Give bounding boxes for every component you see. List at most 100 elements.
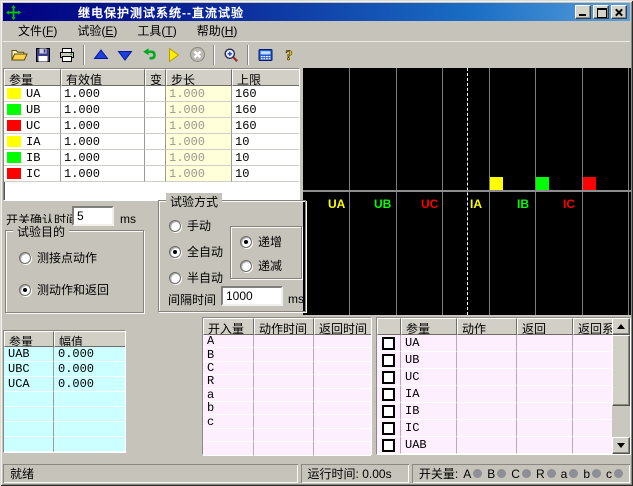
radio-full-auto[interactable]: 全自动 (169, 243, 223, 260)
menu-file[interactable]: 文件(F) (8, 20, 67, 42)
menu-help[interactable]: 帮助(H) (187, 20, 248, 42)
limit-cell[interactable]: 10 (232, 134, 299, 150)
table-row[interactable]: IC (377, 420, 612, 437)
value-cell[interactable]: 1.000 (61, 86, 145, 102)
reset-button[interactable] (137, 43, 161, 66)
scroll-down-button[interactable] (612, 437, 630, 454)
step-cell[interactable]: 1.000 (166, 134, 232, 150)
print-button[interactable] (55, 43, 79, 66)
table-row[interactable]: c (203, 415, 371, 428)
switch-indicator-a: a (561, 467, 579, 481)
checkbox[interactable] (382, 422, 395, 435)
step-up-button[interactable] (89, 43, 113, 66)
save-button[interactable] (31, 43, 55, 66)
table-row[interactable]: UA (377, 335, 612, 352)
table-row[interactable]: UC (377, 369, 612, 386)
toolbar-separator (83, 45, 85, 65)
limit-cell[interactable]: 160 (232, 86, 299, 102)
table-row[interactable]: UBC 0.000 (4, 362, 125, 377)
table-row[interactable]: UC 1.000 1.000 160 (4, 118, 299, 134)
zoom-button[interactable] (219, 43, 243, 66)
checkbox[interactable] (382, 439, 395, 452)
value-cell[interactable]: 1.000 (61, 118, 145, 134)
radio-icon[interactable] (240, 260, 252, 272)
table-row[interactable]: C (203, 362, 371, 375)
table-row[interactable]: IB (377, 403, 612, 420)
table-row[interactable]: a (203, 389, 371, 402)
open-button[interactable] (7, 43, 31, 66)
vary-cell[interactable] (145, 150, 166, 166)
scroll-up-button[interactable] (612, 318, 630, 335)
value-cell[interactable]: 1.000 (61, 102, 145, 118)
radio-icon[interactable] (169, 220, 181, 232)
table-row[interactable]: R (203, 375, 371, 388)
table-row[interactable]: IB 1.000 1.000 10 (4, 150, 299, 166)
checkbox[interactable] (382, 354, 395, 367)
calculator-button[interactable] (253, 43, 277, 66)
close-button[interactable] (611, 5, 627, 19)
vary-cell[interactable] (145, 166, 166, 182)
step-cell[interactable]: 1.000 (166, 150, 232, 166)
radio-action-return[interactable]: 测动作和返回 (19, 281, 109, 298)
limit-cell[interactable]: 160 (232, 118, 299, 134)
start-button[interactable] (161, 43, 185, 66)
step-down-button[interactable] (113, 43, 137, 66)
value-cell[interactable]: 1.000 (61, 134, 145, 150)
value-cell[interactable]: 1.000 (61, 166, 145, 182)
radio-decrease[interactable]: 递减 (240, 257, 282, 274)
vary-cell[interactable] (145, 102, 166, 118)
radio-icon[interactable] (240, 236, 252, 248)
radio-manual[interactable]: 手动 (169, 217, 211, 234)
table-row[interactable]: UB 1.000 1.000 160 (4, 102, 299, 118)
vertical-scrollbar[interactable] (612, 318, 630, 454)
value-cell[interactable]: 1.000 (61, 150, 145, 166)
checkbox[interactable] (382, 337, 395, 350)
radio-icon[interactable] (19, 284, 31, 296)
radio-increase[interactable]: 递增 (240, 233, 282, 250)
column-header: 返回 (517, 318, 573, 335)
table-row[interactable]: IA 1.000 1.000 10 (4, 134, 299, 150)
table-row[interactable]: UAB (377, 437, 612, 454)
step-cell[interactable]: 1.000 (166, 118, 232, 134)
table-row[interactable]: A (203, 335, 371, 348)
checkbox[interactable] (382, 388, 395, 401)
column-header: 返回时间 (314, 318, 371, 335)
table-row[interactable]: IA (377, 386, 612, 403)
radio-semi-auto[interactable]: 半自动 (169, 269, 223, 286)
zero-axis-line (303, 190, 631, 192)
radio-icon[interactable] (169, 246, 181, 258)
status-switches-panel: 开关量: A B C R a b c (412, 464, 630, 483)
step-cell[interactable]: 1.000 (166, 86, 232, 102)
radio-icon[interactable] (19, 252, 31, 264)
checkbox[interactable] (382, 405, 395, 418)
step-cell[interactable]: 1.000 (166, 102, 232, 118)
table-row[interactable]: b (203, 402, 371, 415)
interval-input[interactable] (221, 286, 283, 306)
vary-cell[interactable] (145, 118, 166, 134)
table-row[interactable]: IC 1.000 1.000 10 (4, 166, 299, 182)
vary-cell[interactable] (145, 86, 166, 102)
minimize-button[interactable] (575, 5, 591, 19)
menu-tools[interactable]: 工具(T) (127, 20, 186, 42)
radio-icon[interactable] (169, 272, 181, 284)
menu-test[interactable]: 试验(E) (67, 20, 127, 42)
table-row[interactable]: UAB 0.000 (4, 347, 125, 362)
table-row[interactable]: UA 1.000 1.000 160 (4, 86, 299, 102)
vary-cell[interactable] (145, 134, 166, 150)
limit-cell[interactable]: 10 (232, 166, 299, 182)
table-row[interactable]: UB (377, 352, 612, 369)
switch-time-input[interactable] (72, 206, 114, 226)
app-window: 继电保护测试系统--直流试验 文件(F) 试验(E) 工具(T) 帮助(H) (0, 0, 633, 486)
table-row[interactable]: UCA 0.000 (4, 377, 125, 392)
table-row[interactable]: B (203, 348, 371, 361)
scrollbar-thumb[interactable] (612, 335, 630, 406)
maximize-button[interactable] (593, 5, 609, 19)
limit-cell[interactable]: 10 (232, 150, 299, 166)
toolbar-separator (247, 45, 249, 65)
checkbox[interactable] (382, 371, 395, 384)
radio-contact-action[interactable]: 测接点动作 (19, 249, 97, 266)
stop-button[interactable] (185, 43, 209, 66)
limit-cell[interactable]: 160 (232, 102, 299, 118)
help-button[interactable]: ? (277, 43, 301, 66)
step-cell[interactable]: 1.000 (166, 166, 232, 182)
